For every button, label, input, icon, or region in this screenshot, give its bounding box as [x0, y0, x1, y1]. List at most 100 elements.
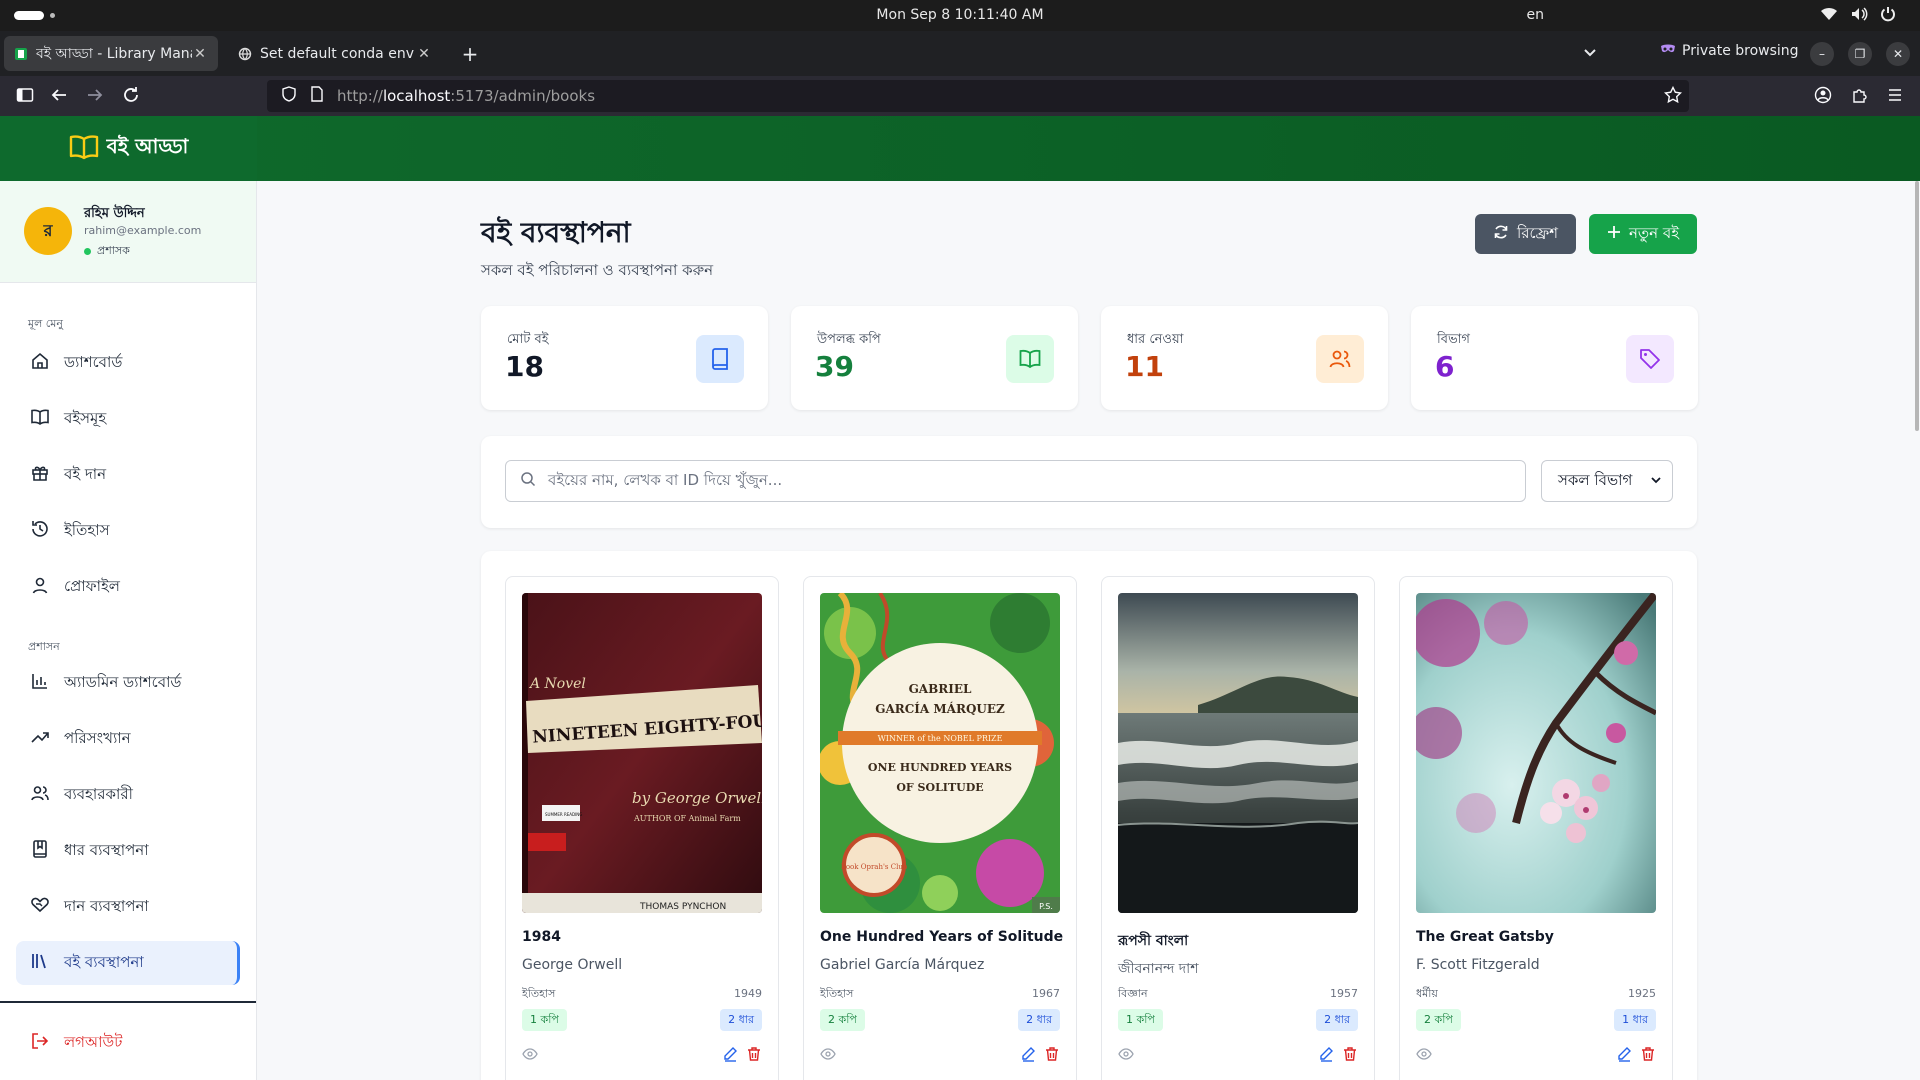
- borrowed-badge: 2 ধার: [720, 1009, 762, 1031]
- user-name: রহিম উদ্দিন: [84, 206, 145, 221]
- forward-arrow-icon[interactable]: [86, 86, 104, 108]
- new-tab-button[interactable]: +: [458, 42, 482, 66]
- section-label-main: মূল মেনু: [28, 317, 63, 330]
- eye-icon[interactable]: [522, 1046, 538, 1066]
- stat-value: 18: [505, 350, 544, 383]
- sidebar-item-donation-management[interactable]: দান ব্যবস্থাপনা: [16, 885, 240, 929]
- url-bar[interactable]: http://localhost:5173/admin/books: [267, 80, 1689, 112]
- book-card[interactable]: রূপসী বাংলা জীবনানন্দ দাশ বিজ্ঞান 1957 1…: [1101, 576, 1375, 1080]
- cover-text: by George Orwell: [632, 789, 762, 807]
- book-card[interactable]: The Great Gatsby F. Scott Fitzgerald ধর্…: [1399, 576, 1673, 1080]
- eye-icon[interactable]: [820, 1046, 836, 1066]
- cover-text: GABRIEL: [909, 682, 972, 696]
- sidebar-item-users[interactable]: ব্যবহারকারী: [16, 773, 240, 817]
- shield-icon[interactable]: [281, 86, 297, 106]
- edit-icon[interactable]: [722, 1046, 738, 1066]
- book-card[interactable]: A Novel NINETEEN EIGHTY-FOUR by George O…: [505, 576, 779, 1080]
- restore-button[interactable]: ❐: [1848, 42, 1872, 66]
- book-card[interactable]: GABRIEL GARCÍA MÁRQUEZ WINNER of the NOB…: [803, 576, 1077, 1080]
- reload-icon[interactable]: [122, 86, 140, 108]
- sidebar-item-history[interactable]: ইতিহাস: [16, 509, 240, 553]
- minimize-button[interactable]: –: [1810, 42, 1834, 66]
- refresh-icon: [1493, 224, 1509, 244]
- sidebar-item-statistics[interactable]: পরিসংখ্যান: [16, 717, 240, 761]
- book-title: The Great Gatsby: [1416, 929, 1554, 945]
- hundred-years-cover[interactable]: GABRIEL GARCÍA MÁRQUEZ WINNER of the NOB…: [820, 593, 1060, 913]
- trash-icon[interactable]: [1342, 1046, 1358, 1066]
- stat-label: মোট বই: [507, 332, 549, 347]
- refresh-button[interactable]: রিফ্রেশ: [1475, 214, 1576, 254]
- cherry-blossom-photo[interactable]: [1416, 593, 1656, 913]
- system-tray[interactable]: [1820, 6, 1896, 22]
- book-title: 1984: [522, 929, 561, 945]
- book-year: 1925: [1628, 987, 1656, 1000]
- sidebar-item-label: দান ব্যবস্থাপনা: [64, 896, 149, 915]
- sidebar-item-borrow-management[interactable]: ধার ব্যবস্থাপনা: [16, 829, 240, 873]
- tab-close-icon[interactable]: ✕: [192, 46, 208, 62]
- search-icon: [520, 471, 536, 491]
- cover-text: OF SOLITUDE: [896, 781, 983, 794]
- nineteen-eighty-four-cover[interactable]: A Novel NINETEEN EIGHTY-FOUR by George O…: [522, 593, 762, 913]
- category-select[interactable]: সকল বিভাগ: [1541, 460, 1673, 502]
- trash-icon[interactable]: [1640, 1046, 1656, 1066]
- cover-text: GARCÍA MÁRQUEZ: [875, 701, 1005, 716]
- avatar[interactable]: র: [24, 207, 72, 255]
- scrollbar-thumb[interactable]: [1915, 181, 1919, 431]
- sidebar-item-dashboard[interactable]: ড্যাশবোর্ড: [16, 341, 240, 385]
- main-scrollbar[interactable]: [1914, 181, 1920, 1080]
- sidebar-item-donate[interactable]: বই দান: [16, 453, 240, 497]
- brand[interactable]: বই আড্ডা: [0, 116, 257, 181]
- book-author: Gabriel García Márquez: [820, 957, 985, 973]
- trash-icon[interactable]: [746, 1046, 762, 1066]
- close-window-button[interactable]: ✕: [1886, 42, 1910, 66]
- sidebar-item-profile[interactable]: প্রোফাইল: [16, 565, 240, 609]
- tab-list-chevron-icon[interactable]: [1582, 44, 1598, 64]
- search-panel: বইয়ের নাম, লেখক বা ID দিয়ে খুঁজুন... স…: [481, 436, 1697, 528]
- tab-conda-env[interactable]: Set default conda env ✕: [228, 36, 442, 71]
- keyboard-language[interactable]: en: [1527, 7, 1545, 23]
- sidebar-toggle-icon[interactable]: [16, 86, 34, 108]
- logout-button[interactable]: লগআউট: [16, 1021, 240, 1065]
- hamburger-menu-icon[interactable]: [1886, 86, 1904, 108]
- eye-icon[interactable]: [1118, 1046, 1134, 1066]
- copies-badge: 2 কপি: [820, 1009, 865, 1031]
- eye-icon[interactable]: [1416, 1046, 1432, 1066]
- extensions-puzzle-icon[interactable]: [1851, 86, 1869, 108]
- sidebar-item-admin-dashboard[interactable]: অ্যাডমিন ড্যাশবোর্ড: [16, 661, 240, 705]
- edit-icon[interactable]: [1020, 1046, 1036, 1066]
- browser-nav-bar: http://localhost:5173/admin/books: [0, 76, 1920, 116]
- book-category: ইতিহাস: [820, 987, 854, 1000]
- tab-close-icon[interactable]: ✕: [416, 46, 432, 62]
- sidebar-item-books[interactable]: বইসমূহ: [16, 397, 240, 441]
- cover-text: A Novel: [528, 676, 586, 692]
- trending-up-icon: [30, 727, 50, 751]
- sidebar-item-label: পরিসংখ্যান: [64, 728, 131, 747]
- sidebar-item-book-management[interactable]: বই ব্যবস্থাপনা: [16, 941, 240, 985]
- book-author: George Orwell: [522, 957, 623, 973]
- power-icon: [1880, 6, 1896, 22]
- trash-icon[interactable]: [1044, 1046, 1060, 1066]
- page-icon[interactable]: [309, 86, 325, 106]
- hand-heart-icon: [30, 895, 50, 919]
- app-root: বই আড্ডা র রহিম উদ্দিন rahim@example.com…: [0, 116, 1920, 1080]
- account-icon[interactable]: [1814, 86, 1832, 108]
- add-book-button[interactable]: নতুন বই: [1589, 214, 1697, 254]
- sidebar-item-label: ড্যাশবোর্ড: [64, 352, 123, 371]
- book-open-logo-icon: [69, 134, 99, 164]
- bookmark-star-icon[interactable]: [1663, 85, 1683, 108]
- edit-icon[interactable]: [1616, 1046, 1632, 1066]
- stat-value: 6: [1435, 350, 1455, 383]
- sidebar-item-label: অ্যাডমিন ড্যাশবোর্ড: [64, 672, 182, 691]
- back-arrow-icon[interactable]: [50, 86, 68, 108]
- tab-library-management[interactable]: বই আড্ডা - Library Management ✕: [4, 36, 218, 71]
- sea-shore-photo[interactable]: [1118, 593, 1358, 913]
- sidebar-item-label: ইতিহাস: [64, 520, 110, 539]
- os-clock[interactable]: Mon Sep 8 10:11:40 AM: [0, 7, 1920, 23]
- copies-badge: 1 কপি: [1118, 1009, 1163, 1031]
- tab-title: বই আড্ডা - Library Management: [36, 45, 192, 62]
- search-input[interactable]: বইয়ের নাম, লেখক বা ID দিয়ে খুঁজুন...: [505, 460, 1526, 502]
- logout-icon: [30, 1031, 50, 1055]
- edit-icon[interactable]: [1318, 1046, 1334, 1066]
- cover-text: SUMMER READING: [545, 812, 582, 817]
- cover-text: P.S.: [1039, 902, 1053, 911]
